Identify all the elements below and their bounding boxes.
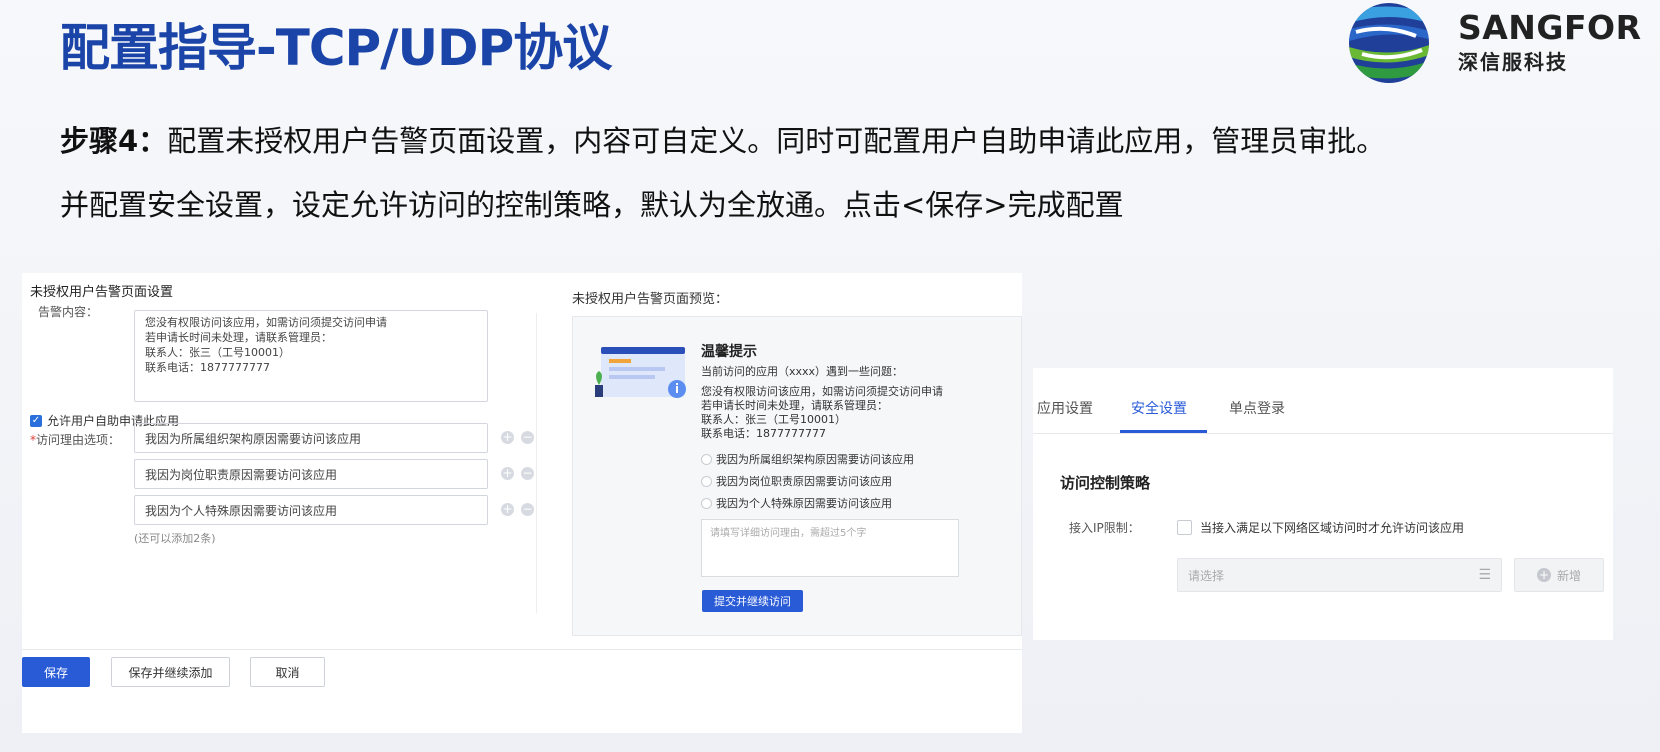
preview-option[interactable]: 我因为所属组织架构原因需要访问该应用 bbox=[701, 451, 914, 467]
add-reason-icon[interactable]: + bbox=[501, 503, 514, 516]
alert-settings-title: 未授权用户告警页面设置 bbox=[30, 285, 174, 300]
access-control-title: 访问控制策略 bbox=[1060, 474, 1151, 492]
preview-option[interactable]: 我因为个人特殊原因需要访问该应用 bbox=[701, 495, 892, 511]
alert-content-label: 告警内容： bbox=[38, 305, 99, 319]
ip-restriction-label: 接入IP限制： bbox=[1069, 521, 1140, 535]
plus-icon: + bbox=[1536, 568, 1551, 582]
reason-options-label: *访问理由选项： bbox=[30, 433, 121, 447]
remove-reason-icon[interactable]: − bbox=[521, 431, 534, 444]
step-description-line-1: 步骤4：配置未授权用户告警页面设置，内容可自定义。同时可配置用户自助申请此应用，… bbox=[60, 118, 1385, 160]
add-zone-button[interactable]: + 新增 bbox=[1514, 558, 1604, 592]
step-description-line-2: 并配置安全设置，设定允许访问的控制策略，默认为全放通。点击<保存>完成配置 bbox=[60, 188, 1124, 222]
radio-icon bbox=[701, 453, 712, 465]
cancel-button[interactable]: 取消 bbox=[250, 657, 325, 687]
ip-restriction-checkbox[interactable] bbox=[1177, 520, 1192, 535]
alert-content-line: 您没有权限访问该应用，如需访问须提交访问申请 bbox=[145, 316, 387, 329]
add-reason-icon[interactable]: + bbox=[501, 431, 514, 444]
preview-option[interactable]: 我因为岗位职责原因需要访问该应用 bbox=[701, 473, 892, 489]
active-tab-indicator bbox=[1120, 430, 1207, 433]
alert-page-settings-panel: 未授权用户告警页面设置 告警内容： 您没有权限访问该应用，如需访问须提交访问申请… bbox=[22, 273, 1022, 733]
alert-content-line: 联系人：张三（工号10001） bbox=[145, 346, 290, 359]
ip-restriction-row: 当接入满足以下网络区域访问时才允许访问该应用 bbox=[1177, 519, 1464, 536]
list-icon: ☰ bbox=[1478, 567, 1491, 583]
step-label: 步骤4： bbox=[60, 124, 168, 158]
preview-intro: 当前访问的应用（xxxx）遇到一些问题： bbox=[701, 365, 904, 378]
security-settings-panel: 应用设置 安全设置 单点登录 访问控制策略 接入IP限制： 当接入满足以下网络区… bbox=[1033, 368, 1613, 640]
panel-divider bbox=[536, 313, 537, 613]
radio-icon bbox=[701, 497, 712, 509]
preview-label: 未授权用户告警页面预览： bbox=[572, 292, 729, 307]
alert-preview-box: 温馨提示 当前访问的应用（xxxx）遇到一些问题： 您没有权限访问该应用，如需访… bbox=[572, 316, 1022, 636]
browser-illustration-icon bbox=[595, 347, 686, 398]
alert-content-textarea[interactable]: 您没有权限访问该应用，如需访问须提交访问申请 若申请长时间未处理，请联系管理员：… bbox=[134, 310, 488, 402]
settings-tabs: 应用设置 安全设置 单点登录 bbox=[1033, 368, 1613, 434]
alert-content-line: 联系电话：1877777777 bbox=[145, 361, 270, 374]
remove-reason-icon[interactable]: − bbox=[521, 503, 534, 516]
reason-option-input[interactable]: 我因为个人特殊原因需要访问该应用 bbox=[134, 495, 488, 525]
save-continue-button[interactable]: 保存并继续添加 bbox=[111, 657, 230, 687]
logo-text-en: SANGFOR bbox=[1458, 8, 1642, 47]
preview-reason-textarea[interactable]: 请填写详细访问理由，需超过5个字 bbox=[701, 519, 959, 577]
tab-app-settings[interactable]: 应用设置 bbox=[1037, 398, 1093, 418]
preview-submit-button[interactable]: 提交并继续访问 bbox=[702, 590, 803, 612]
sangfor-logo: SANGFOR 深信服科技 bbox=[1346, 2, 1641, 83]
ip-restriction-checkbox-label: 当接入满足以下网络区域访问时才允许访问该应用 bbox=[1200, 521, 1465, 535]
logo-text-cn: 深信服科技 bbox=[1458, 50, 1568, 74]
tab-security-settings[interactable]: 安全设置 bbox=[1131, 398, 1187, 418]
slide-title: 配置指导-TCP/UDP协议 bbox=[60, 19, 612, 77]
network-zone-select[interactable]: 请选择 ☰ bbox=[1177, 558, 1502, 592]
self-apply-checkbox[interactable]: ✓ bbox=[30, 414, 42, 427]
step-text: 配置未授权用户告警页面设置，内容可自定义。同时可配置用户自助申请此应用，管理员审… bbox=[167, 124, 1386, 158]
preview-title: 温馨提示 bbox=[701, 344, 757, 360]
select-placeholder: 请选择 bbox=[1188, 568, 1225, 583]
tab-single-sign-on[interactable]: 单点登录 bbox=[1229, 398, 1285, 418]
reason-option-input[interactable]: 我因为岗位职责原因需要访问该应用 bbox=[134, 459, 488, 489]
footer-divider bbox=[22, 649, 1022, 650]
alert-content-line: 若申请长时间未处理，请联系管理员： bbox=[145, 331, 332, 344]
sangfor-globe-icon bbox=[1349, 3, 1429, 83]
add-reason-icon[interactable]: + bbox=[501, 467, 514, 480]
reason-limit-hint: (还可以添加2条) bbox=[134, 532, 216, 545]
remove-reason-icon[interactable]: − bbox=[521, 467, 534, 480]
preview-line: 联系电话：1877777777 bbox=[701, 427, 826, 440]
radio-icon bbox=[701, 475, 712, 487]
reason-option-input[interactable]: 我因为所属组织架构原因需要访问该应用 bbox=[134, 423, 488, 453]
save-button[interactable]: 保存 bbox=[22, 657, 90, 687]
